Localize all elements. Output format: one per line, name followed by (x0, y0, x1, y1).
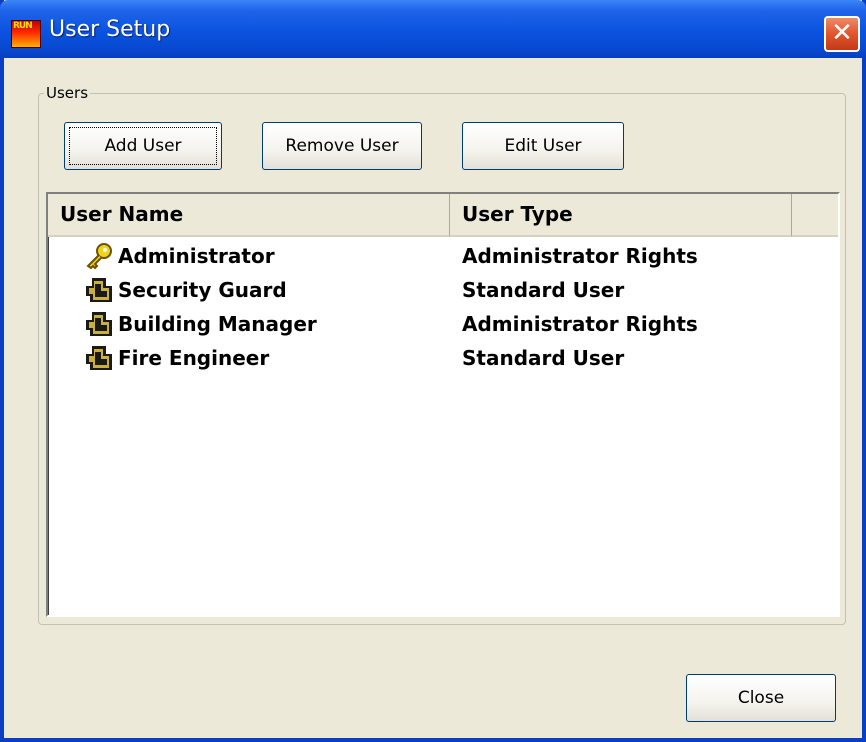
close-button[interactable]: Close (686, 674, 836, 722)
user-name: Fire Engineer (118, 346, 270, 370)
user-name: Administrator (118, 244, 275, 268)
key-icon (86, 243, 112, 270)
column-header-empty (792, 194, 838, 237)
user-key-icon (86, 346, 112, 370)
user-type: Administrator Rights (462, 312, 698, 336)
edit-user-button[interactable]: Edit User (462, 122, 624, 170)
list-item[interactable]: Security Guard Standard User (48, 273, 838, 307)
column-header-user-type[interactable]: User Type (450, 194, 792, 237)
user-name: Security Guard (118, 278, 287, 302)
user-name: Building Manager (118, 312, 317, 336)
list-header: User Name User Type (48, 194, 838, 237)
column-header-user-name[interactable]: User Name (48, 194, 450, 237)
window-title: User Setup (49, 17, 171, 42)
list-item[interactable]: Building Manager Administrator Rights (48, 307, 838, 341)
user-key-icon (86, 312, 112, 336)
title-bar[interactable]: RUN User Setup ✕ (0, 0, 866, 58)
user-type: Standard User (462, 278, 625, 302)
app-icon: RUN (11, 20, 41, 48)
user-type: Standard User (462, 346, 625, 370)
user-type: Administrator Rights (462, 244, 698, 268)
add-user-button[interactable]: Add User (64, 122, 222, 170)
user-key-icon (86, 278, 112, 302)
users-group-label: Users (44, 84, 91, 102)
app-icon-label: RUN (13, 21, 33, 31)
list-item[interactable]: Fire Engineer Standard User (48, 341, 838, 375)
remove-user-button[interactable]: Remove User (262, 122, 422, 170)
user-setup-window: RUN User Setup ✕ Users Add User Remove U… (0, 0, 866, 742)
users-list[interactable]: User Name User Type Administrator Admini… (46, 192, 840, 617)
close-icon[interactable]: ✕ (824, 16, 860, 52)
list-item[interactable]: Administrator Administrator Rights (48, 239, 838, 273)
